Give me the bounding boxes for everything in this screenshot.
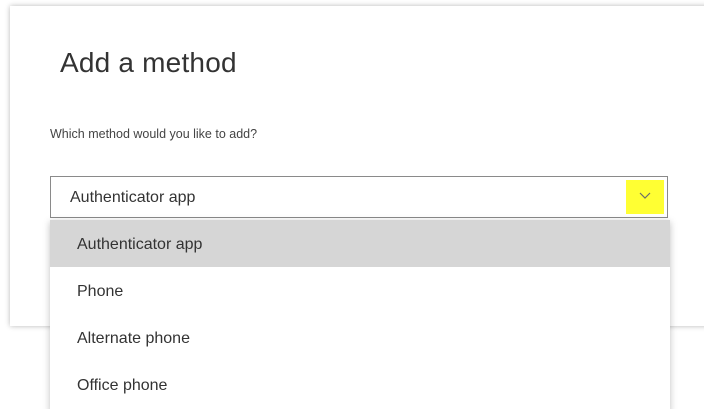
dialog-title: Add a method <box>60 47 237 78</box>
method-prompt-label: Which method would you like to add? <box>50 127 258 141</box>
option-authenticator-app[interactable]: Authenticator app <box>50 220 670 267</box>
chevron-down-icon <box>639 192 651 199</box>
method-select-value: Authenticator app <box>70 189 196 206</box>
option-label: Alternate phone <box>77 330 190 347</box>
method-options-list: Authenticator app Phone Alternate phone … <box>50 220 670 409</box>
page: Add a method Which method would you like… <box>0 0 704 409</box>
dropdown-toggle-button[interactable] <box>626 180 664 214</box>
option-alternate-phone[interactable]: Alternate phone <box>50 314 670 361</box>
option-phone[interactable]: Phone <box>50 267 670 314</box>
option-label: Phone <box>77 283 124 300</box>
option-office-phone[interactable]: Office phone <box>50 361 670 408</box>
option-label: Authenticator app <box>77 236 203 253</box>
method-select[interactable]: Authenticator app <box>50 176 668 218</box>
option-label: Office phone <box>77 377 168 394</box>
